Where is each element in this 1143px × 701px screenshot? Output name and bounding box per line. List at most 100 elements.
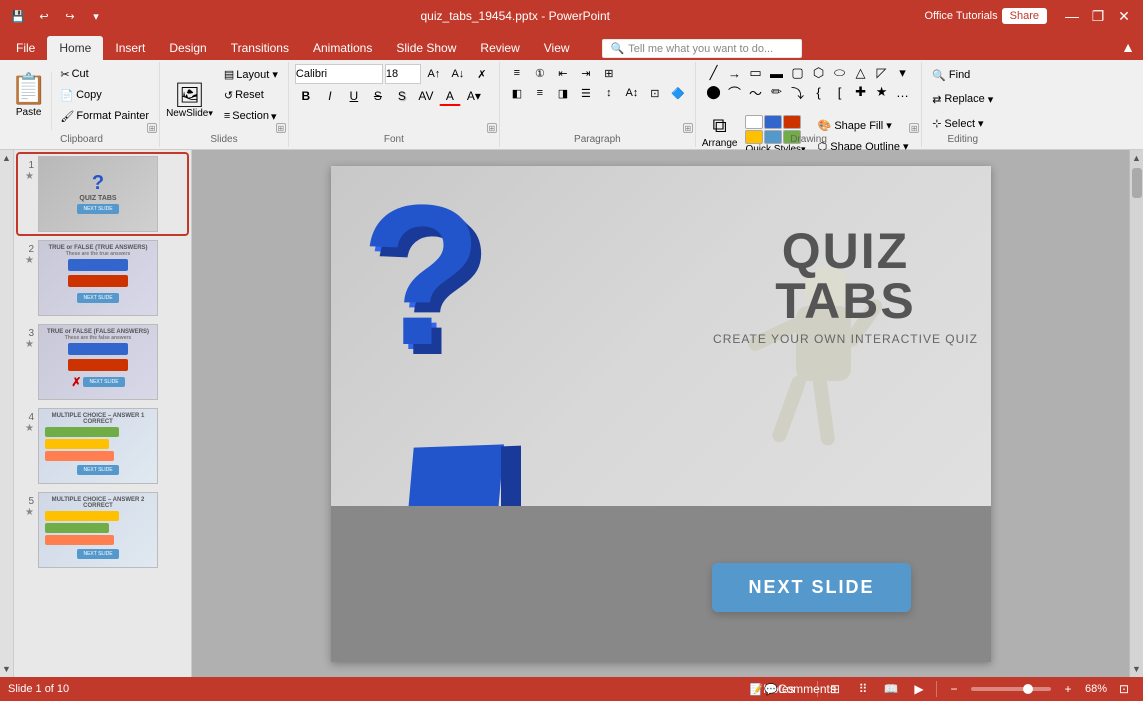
next-slide-button[interactable]: NEXT SLIDE <box>712 563 910 612</box>
save-button[interactable]: 💾 <box>8 6 28 26</box>
section-button[interactable]: ≡Section ▾ <box>220 106 282 126</box>
shape-callout[interactable]: ⬤ <box>704 83 724 101</box>
right-scroll-thumb[interactable] <box>1132 168 1142 198</box>
shadow-button[interactable]: S <box>391 86 413 106</box>
shape-brace[interactable]: { <box>809 83 829 101</box>
tab-review[interactable]: Review <box>468 36 531 60</box>
font-expand[interactable]: ⊞ <box>487 123 497 133</box>
text-direction-button[interactable]: A↕ <box>621 84 643 102</box>
find-button[interactable]: 🔍Find <box>928 64 974 86</box>
shape-line[interactable]: ╱ <box>704 64 724 82</box>
scroll-right-up-button[interactable]: ▲ <box>1130 150 1143 166</box>
tab-slideshow[interactable]: Slide Show <box>384 36 468 60</box>
reading-view-button[interactable]: 📖 <box>880 680 902 698</box>
tab-insert[interactable]: Insert <box>103 36 157 60</box>
tab-home[interactable]: Home <box>47 36 103 60</box>
office-account-label[interactable]: Office Tutorials <box>924 10 997 22</box>
font-color-button[interactable]: A <box>439 86 461 106</box>
close-button[interactable]: ✕ <box>1113 5 1135 27</box>
slide-thumbnail-3[interactable]: 3 ★ TRUE or FALSE (FALSE ANSWERS) These … <box>18 322 187 402</box>
reset-button[interactable]: ↺Reset <box>220 85 282 105</box>
bullets-button[interactable]: ≡ <box>506 64 528 82</box>
clipboard-expand[interactable]: ⊞ <box>147 123 157 133</box>
shape-arrow-line[interactable]: → <box>725 64 745 82</box>
shape-bracket[interactable]: [ <box>830 83 850 101</box>
tell-me-input[interactable]: 🔍 Tell me what you want to do... <box>602 39 802 58</box>
undo-button[interactable]: ↩ <box>34 6 54 26</box>
align-center-button[interactable]: ≡ <box>529 84 551 102</box>
slide-thumbnail-1[interactable]: 1 ★ ? QUIZ TABS NEXT SLIDE <box>18 154 187 234</box>
increase-font-button[interactable]: A↑ <box>423 64 445 84</box>
comments-button[interactable]: 💬 Comments <box>789 680 811 698</box>
cut-button[interactable]: ✂Cut <box>56 64 153 84</box>
shape-right-triangle[interactable]: ◸ <box>872 64 892 82</box>
tab-animations[interactable]: Animations <box>301 36 384 60</box>
scroll-right-down-button[interactable]: ▼ <box>1130 661 1143 677</box>
smartart-button[interactable]: 🔷 <box>667 84 689 102</box>
zoom-slider[interactable] <box>971 687 1051 691</box>
share-button[interactable]: Share <box>1002 8 1047 24</box>
customize-quick-access-button[interactable]: ▾ <box>86 6 106 26</box>
align-left-button[interactable]: ◧ <box>506 84 528 102</box>
drawing-expand[interactable]: ⊞ <box>909 123 919 133</box>
decrease-font-button[interactable]: A↓ <box>447 64 469 84</box>
tab-design[interactable]: Design <box>157 36 218 60</box>
slides-expand[interactable]: ⊞ <box>276 123 286 133</box>
shape-snip-rect[interactable]: ⬡ <box>809 64 829 82</box>
minimize-button[interactable]: — <box>1061 5 1083 27</box>
paragraph-expand[interactable]: ⊞ <box>683 123 693 133</box>
shape-curve[interactable]: 〜 <box>746 83 766 101</box>
copy-button[interactable]: 📄Copy <box>56 85 153 105</box>
underline-button[interactable]: U <box>343 86 365 106</box>
slideshow-button[interactable]: ▶ <box>908 680 930 698</box>
format-painter-button[interactable]: 🖌Format Painter <box>56 106 153 126</box>
slide-thumbnail-2[interactable]: 2 ★ TRUE or FALSE (TRUE ANSWERS) These a… <box>18 238 187 318</box>
layout-button[interactable]: ▤Layout ▾ <box>220 64 282 84</box>
numbering-button[interactable]: ① <box>529 64 551 82</box>
shape-rounded-rect[interactable]: ▢ <box>788 64 808 82</box>
redo-button[interactable]: ↪ <box>60 6 80 26</box>
shape-rect2[interactable]: ▬ <box>767 64 787 82</box>
shape-triangle[interactable]: △ <box>851 64 871 82</box>
tab-view[interactable]: View <box>532 36 582 60</box>
decrease-indent-button[interactable]: ⇤ <box>552 64 574 82</box>
slide-sorter-button[interactable]: ⠿ <box>852 680 874 698</box>
shape-more[interactable]: ▾ <box>893 64 913 82</box>
increase-indent-button[interactable]: ⇥ <box>575 64 597 82</box>
shape-oval[interactable]: ⬭ <box>830 64 850 82</box>
select-button[interactable]: ⊹Select ▾ <box>928 112 987 134</box>
fit-slide-button[interactable]: ⊡ <box>1113 680 1135 698</box>
shape-arc[interactable]: ⌒ <box>725 83 745 101</box>
zoom-thumb[interactable] <box>1023 684 1033 694</box>
shape-star[interactable]: ★ <box>872 83 892 101</box>
font-size-input[interactable] <box>385 64 421 84</box>
new-slide-button[interactable]: 🖼 New Slide ▾ <box>166 84 213 119</box>
shape-fill-button[interactable]: 🎨 Shape Fill ▾ <box>814 115 916 135</box>
zoom-out-button[interactable]: − <box>943 680 965 698</box>
ribbon-collapse-button[interactable]: ▲ <box>1117 36 1139 58</box>
align-right-button[interactable]: ◨ <box>552 84 574 102</box>
slide-thumbnail-5[interactable]: 5 ★ MULTIPLE CHOICE – ANSWER 2 CORRECT N… <box>18 490 187 570</box>
bold-button[interactable]: B <box>295 86 317 106</box>
italic-button[interactable]: I <box>319 86 341 106</box>
shape-rect[interactable]: ▭ <box>746 64 766 82</box>
replace-button[interactable]: ⇄Replace ▾ <box>928 88 997 110</box>
tab-transitions[interactable]: Transitions <box>219 36 301 60</box>
clear-format-button[interactable]: ✗ <box>471 64 493 84</box>
scroll-up-button[interactable]: ▲ <box>0 150 14 166</box>
shape-plus[interactable]: ✚ <box>851 83 871 101</box>
tab-file[interactable]: File <box>4 36 47 60</box>
shape-more2[interactable]: … <box>893 83 913 101</box>
align-text-button[interactable]: ⊡ <box>644 84 666 102</box>
justify-button[interactable]: ☰ <box>575 84 597 102</box>
strikethrough-button[interactable]: S <box>367 86 389 106</box>
scroll-down-button[interactable]: ▼ <box>0 661 14 677</box>
font-name-input[interactable] <box>295 64 383 84</box>
line-spacing-button[interactable]: ↕ <box>598 84 620 102</box>
restore-button[interactable]: ❐ <box>1087 5 1109 27</box>
columns-button[interactable]: ⊞ <box>598 64 620 82</box>
shape-free[interactable]: ✏ <box>767 83 787 101</box>
highlight-button[interactable]: A▾ <box>463 86 485 106</box>
char-spacing-button[interactable]: AV <box>415 86 437 106</box>
slide-thumbnail-4[interactable]: 4 ★ MULTIPLE CHOICE – ANSWER 1 CORRECT N… <box>18 406 187 486</box>
